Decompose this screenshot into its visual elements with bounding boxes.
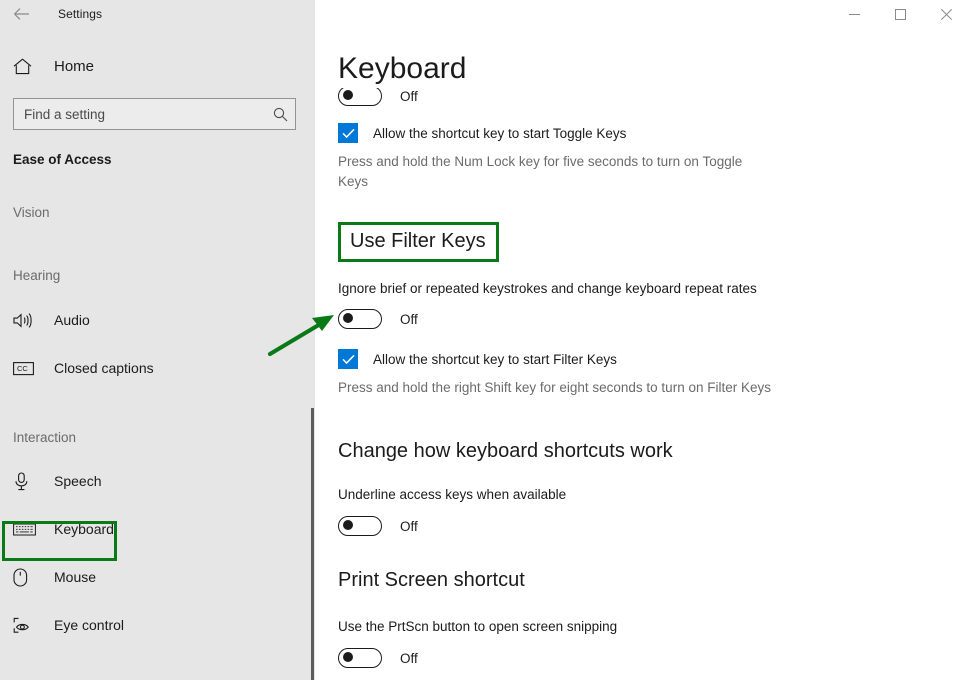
home-icon bbox=[13, 57, 39, 75]
sidebar-group-label-vision: Vision bbox=[13, 205, 50, 220]
sidebar-item-closed-captions[interactable]: CC Closed captions bbox=[0, 348, 315, 388]
sidebar-item-mouse[interactable]: Mouse bbox=[0, 557, 315, 597]
print-screen-subtitle: Use the PrtScn button to open screen sni… bbox=[338, 619, 618, 634]
close-icon[interactable] bbox=[923, 0, 969, 28]
filter-keys-checkbox-row[interactable]: Allow the shortcut key to start Filter K… bbox=[315, 347, 617, 371]
svg-text:CC: CC bbox=[17, 364, 28, 373]
checkbox-checked-icon[interactable] bbox=[338, 349, 358, 369]
filter-keys-subtitle: Ignore brief or repeated keystrokes and … bbox=[338, 281, 757, 296]
sidebar-scrollbar-thumb[interactable] bbox=[311, 408, 314, 680]
app-title: Settings bbox=[58, 7, 103, 21]
shortcuts-subtitle: Underline access keys when available bbox=[338, 487, 567, 502]
sidebar-item-label-home: Home bbox=[54, 57, 95, 75]
maximize-icon[interactable] bbox=[877, 0, 923, 28]
toggle-knob bbox=[343, 520, 353, 530]
closed-captions-icon: CC bbox=[13, 361, 39, 376]
search-icon[interactable] bbox=[265, 107, 295, 122]
toggle-state-label: Off bbox=[400, 311, 418, 327]
print-screen-heading: Print Screen shortcut bbox=[338, 569, 525, 591]
title-bar-right bbox=[315, 0, 969, 28]
toggle-state-label: Off bbox=[400, 88, 418, 104]
back-arrow-icon[interactable] bbox=[0, 0, 42, 28]
window-controls bbox=[831, 0, 969, 28]
page-title: Keyboard bbox=[338, 50, 479, 88]
title-bar-left: Settings bbox=[0, 0, 315, 28]
underline-access-keys-toggle[interactable]: Off bbox=[315, 513, 418, 539]
sidebar-item-label-mouse: Mouse bbox=[54, 569, 97, 585]
filter-keys-description: Press and hold the right Shift key for e… bbox=[338, 380, 771, 395]
filter-keys-checkbox-label: Allow the shortcut key to start Filter K… bbox=[373, 351, 617, 367]
sidebar-group-label-hearing: Hearing bbox=[13, 268, 61, 283]
sidebar-item-label-closed-captions: Closed captions bbox=[54, 360, 154, 376]
eye-control-icon bbox=[13, 617, 39, 634]
toggle-knob bbox=[343, 652, 353, 662]
filter-keys-toggle[interactable]: Off bbox=[315, 306, 418, 332]
sidebar-item-home[interactable]: Home bbox=[0, 49, 315, 83]
sidebar: Home Ease of Access Vision Hearing Audio bbox=[0, 28, 315, 680]
sidebar-section-title: Ease of Access bbox=[13, 152, 112, 167]
sidebar-group-label-interaction: Interaction bbox=[13, 430, 77, 445]
sidebar-item-label-eye-control: Eye control bbox=[54, 617, 125, 633]
toggle-state-label: Off bbox=[400, 650, 418, 666]
toggle-keys-checkbox-label: Allow the shortcut key to start Toggle K… bbox=[373, 125, 627, 141]
toggle-knob bbox=[343, 90, 353, 100]
checkbox-checked-icon[interactable] bbox=[338, 123, 358, 143]
sidebar-item-keyboard[interactable]: Keyboard bbox=[0, 509, 315, 549]
toggle-switch[interactable] bbox=[338, 86, 382, 106]
filter-keys-heading-wrapper: Use Filter Keys bbox=[315, 222, 499, 262]
keyboard-icon bbox=[13, 522, 39, 537]
sidebar-item-label-keyboard: Keyboard bbox=[54, 521, 114, 537]
title-bar: Settings bbox=[0, 0, 969, 28]
microphone-icon bbox=[13, 471, 39, 491]
toggle-keys-checkbox-row[interactable]: Allow the shortcut key to start Toggle K… bbox=[315, 121, 626, 145]
sidebar-item-audio[interactable]: Audio bbox=[0, 300, 315, 340]
minimize-icon[interactable] bbox=[831, 0, 877, 28]
toggle-switch[interactable] bbox=[338, 309, 382, 329]
toggle-keys-description: Press and hold the Num Lock key for five… bbox=[338, 154, 743, 189]
mouse-icon bbox=[13, 567, 39, 587]
search-box[interactable] bbox=[13, 98, 296, 130]
sidebar-item-label-audio: Audio bbox=[54, 312, 90, 328]
shortcuts-heading: Change how keyboard shortcuts work bbox=[338, 440, 673, 462]
toggle-switch[interactable] bbox=[338, 516, 382, 536]
toggle-knob bbox=[343, 313, 353, 323]
main-content: Off Keyboard Allow the shortcut key to s… bbox=[315, 28, 969, 680]
sidebar-item-eye-control[interactable]: Eye control bbox=[0, 605, 315, 645]
search-input[interactable] bbox=[14, 106, 265, 122]
filter-keys-heading: Use Filter Keys bbox=[338, 222, 499, 262]
toggle-state-label: Off bbox=[400, 518, 418, 534]
sidebar-item-label-speech: Speech bbox=[54, 473, 102, 489]
sidebar-item-speech[interactable]: Speech bbox=[0, 461, 315, 501]
speaker-icon bbox=[13, 312, 39, 329]
toggle-switch[interactable] bbox=[338, 648, 382, 668]
print-screen-toggle[interactable]: Off bbox=[315, 645, 418, 671]
